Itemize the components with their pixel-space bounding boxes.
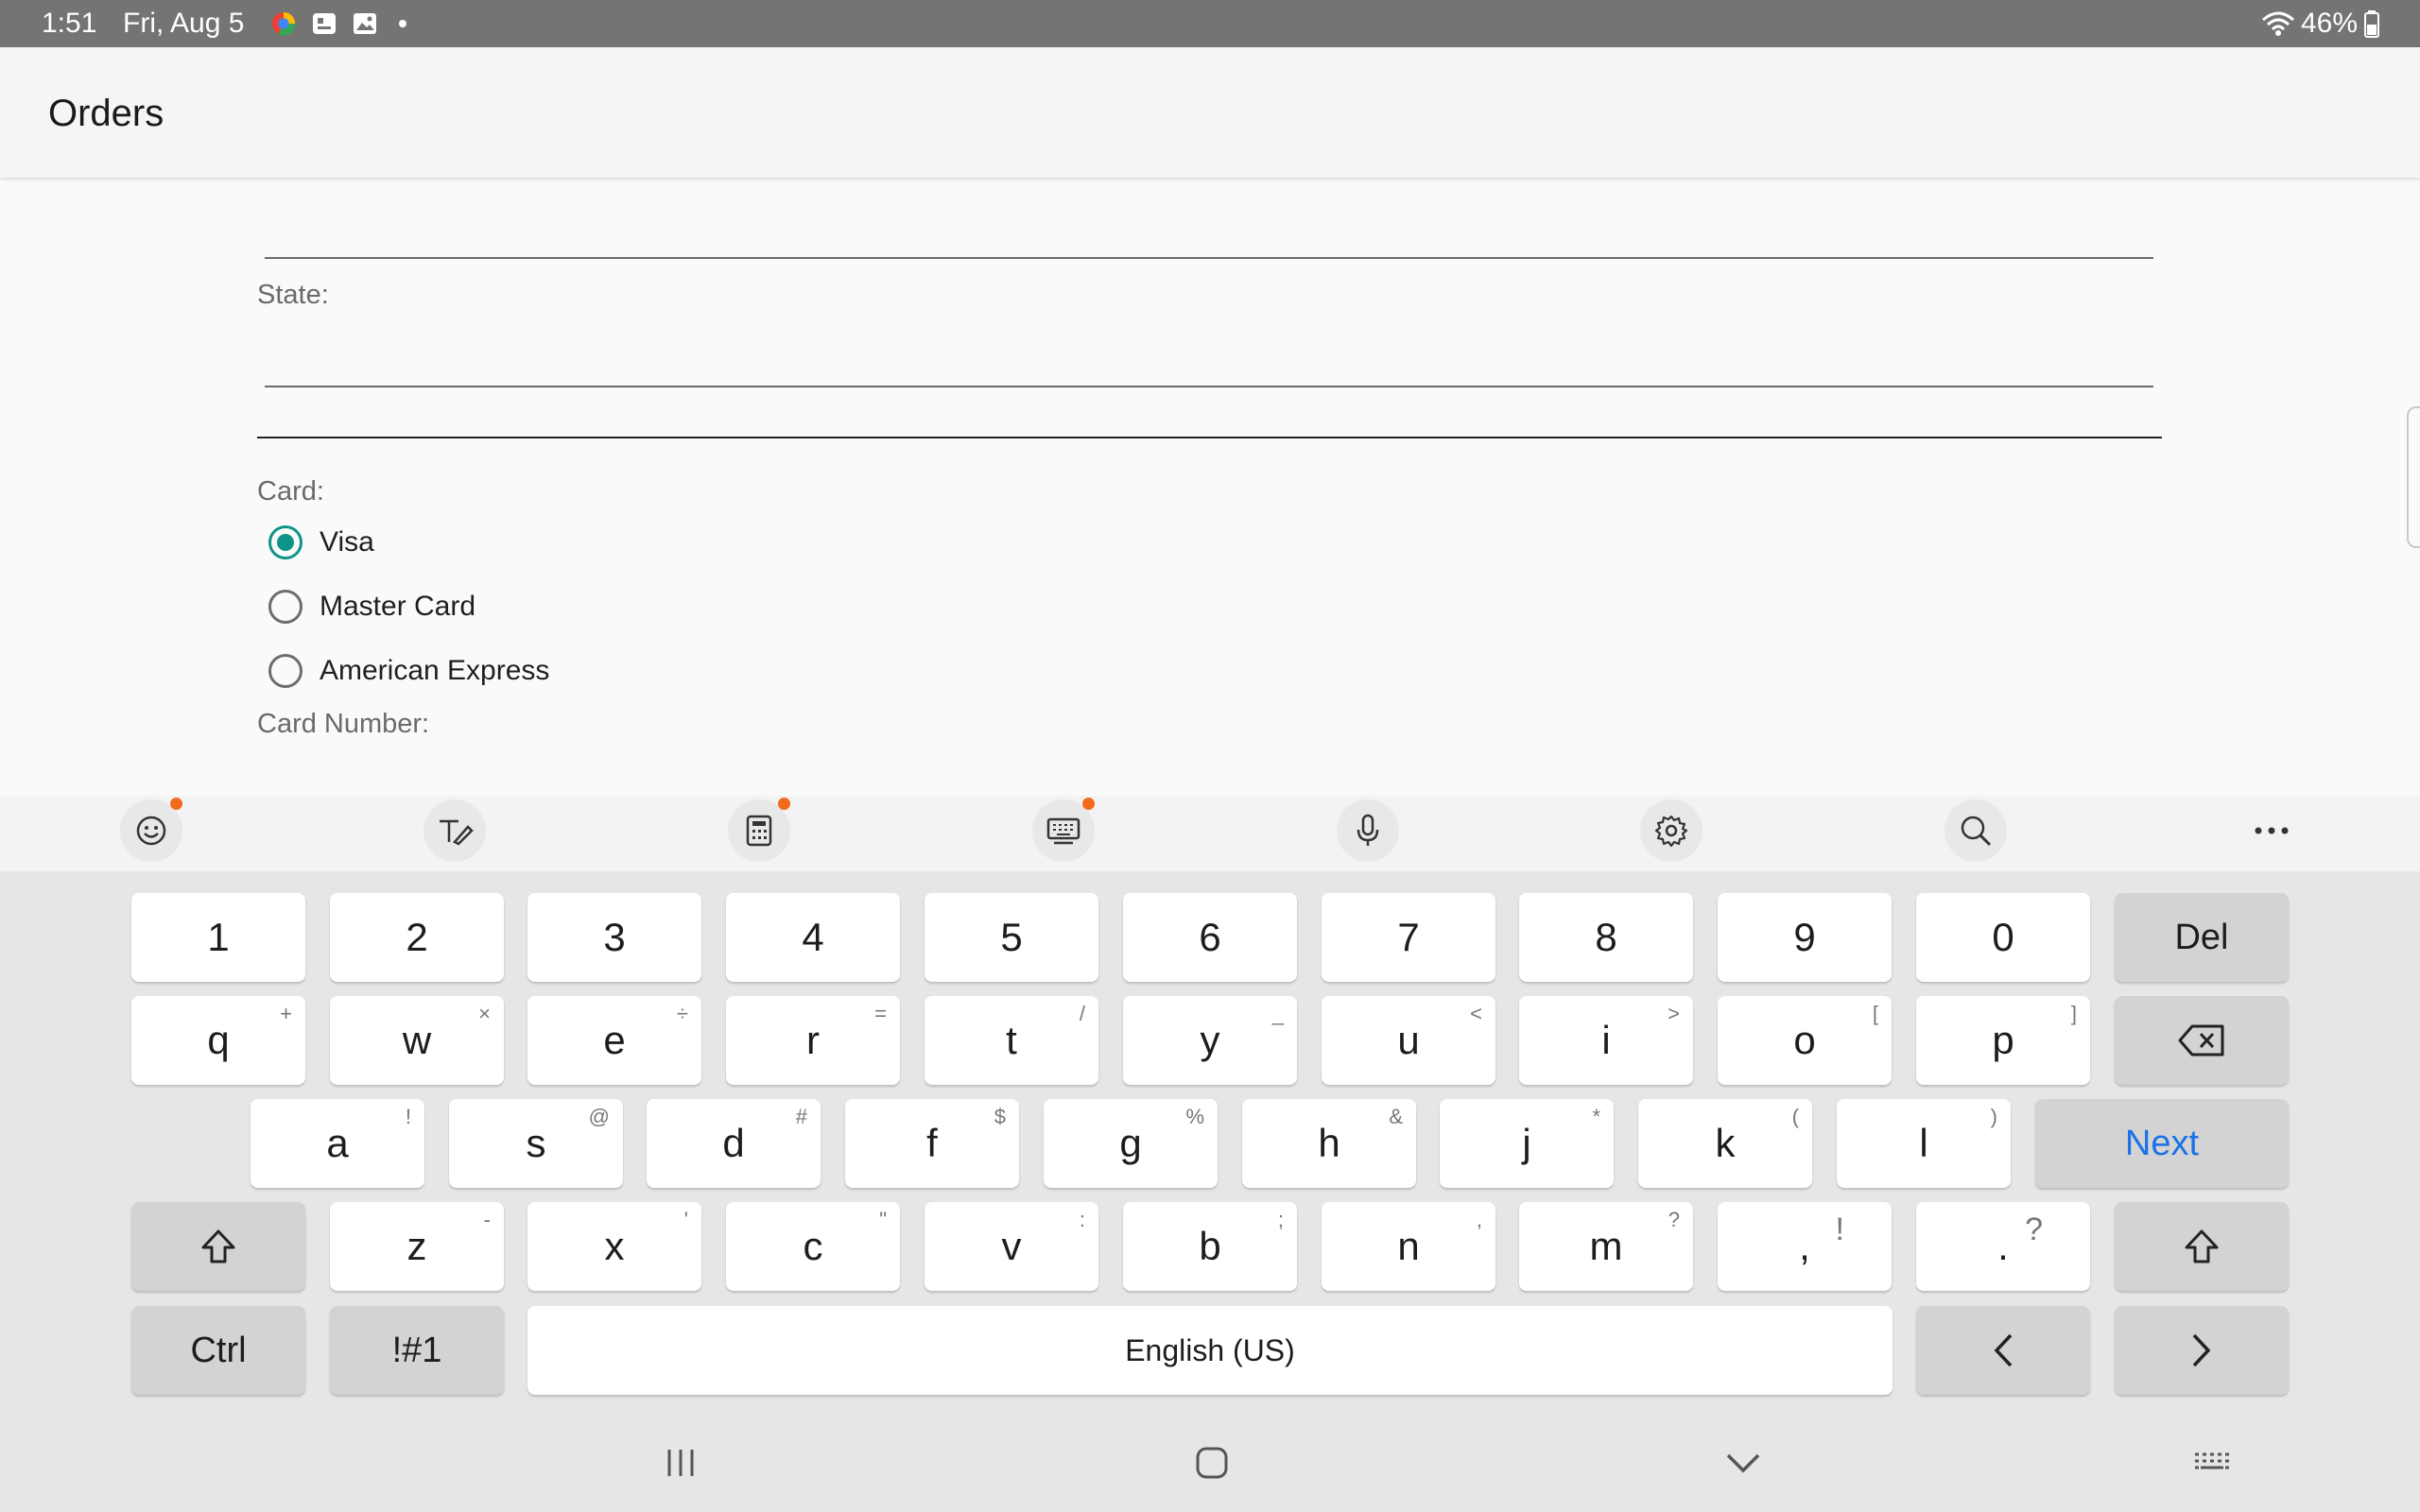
- gallery-icon: [354, 13, 376, 34]
- keyboard-hide-icon[interactable]: [2184, 1435, 2240, 1491]
- city-input[interactable]: [265, 257, 2153, 259]
- cursor-right-key[interactable]: [2115, 1306, 2289, 1395]
- card-label: Card:: [257, 476, 324, 507]
- key-e[interactable]: e ÷: [527, 996, 701, 1085]
- key-o[interactable]: o[: [1718, 996, 1892, 1085]
- key-9[interactable]: 9: [1718, 893, 1892, 982]
- radio-master-card[interactable]: Master Card: [268, 586, 475, 627]
- radio-master-card-label: Master Card: [320, 591, 476, 622]
- space-key[interactable]: English (US): [527, 1306, 1893, 1395]
- browser-icon: [271, 11, 296, 36]
- state-input[interactable]: [265, 386, 2153, 387]
- shift-icon: [2185, 1229, 2219, 1263]
- key-v[interactable]: v:: [925, 1202, 1098, 1291]
- key-u[interactable]: u <: [1322, 996, 1495, 1085]
- chevron-right-icon: [2192, 1333, 2211, 1367]
- settings-icon[interactable]: [1640, 799, 1703, 862]
- key-m[interactable]: m?: [1519, 1202, 1693, 1291]
- key-t[interactable]: t /: [925, 996, 1098, 1085]
- keyboard-mode-icon[interactable]: [1032, 798, 1095, 862]
- key-n[interactable]: n,: [1322, 1202, 1495, 1291]
- del-key[interactable]: Del: [2115, 893, 2289, 982]
- shift-icon: [201, 1229, 235, 1263]
- ctrl-key[interactable]: Ctrl: [131, 1306, 305, 1395]
- key-5[interactable]: 5: [925, 893, 1098, 982]
- radio-american-express[interactable]: American Express: [268, 650, 549, 692]
- status-date: Fri, Aug 5: [123, 8, 245, 39]
- handwriting-icon[interactable]: [424, 799, 486, 862]
- wifi-icon: [2262, 11, 2294, 36]
- key-h[interactable]: h &: [1242, 1099, 1416, 1188]
- key-a[interactable]: a!: [251, 1099, 424, 1188]
- radio-master-card-circle[interactable]: [268, 590, 302, 624]
- battery-icon: [2364, 10, 2379, 38]
- battery-percent: 46%: [2301, 8, 2359, 39]
- more-dot-icon: [399, 20, 406, 27]
- radio-visa-circle[interactable]: [268, 525, 302, 559]
- key-3[interactable]: 3: [527, 893, 701, 982]
- section-divider: [257, 437, 2162, 438]
- key-r[interactable]: r =: [726, 996, 900, 1085]
- key-i[interactable]: i >: [1519, 996, 1693, 1085]
- key-comma[interactable]: ,!: [1718, 1202, 1892, 1291]
- key-w[interactable]: w ×: [330, 996, 504, 1085]
- key-l[interactable]: l): [1837, 1099, 2011, 1188]
- microphone-icon[interactable]: [1337, 799, 1399, 862]
- key-6[interactable]: 6: [1123, 893, 1297, 982]
- radio-visa-label: Visa: [320, 526, 374, 558]
- card-number-label: Card Number:: [257, 709, 430, 739]
- edge-panel-handle[interactable]: [2407, 406, 2420, 548]
- order-form: State: Card: Visa Master Card American E…: [0, 178, 2420, 796]
- backspace-key[interactable]: [2115, 996, 2289, 1085]
- shift-left-key[interactable]: [131, 1202, 305, 1291]
- key-0[interactable]: 0: [1916, 893, 2090, 982]
- key-z[interactable]: z-: [330, 1202, 504, 1291]
- radio-american-express-label: American Express: [320, 655, 550, 686]
- emoji-icon[interactable]: [120, 798, 182, 862]
- key-c[interactable]: c ": [726, 1202, 900, 1291]
- page-title: Orders: [48, 93, 164, 134]
- recent-apps-icon[interactable]: [652, 1435, 709, 1491]
- key-7[interactable]: 7: [1322, 893, 1495, 982]
- home-icon[interactable]: [1184, 1435, 1240, 1491]
- chevron-left-icon: [1994, 1333, 2013, 1367]
- key-1[interactable]: 1: [131, 893, 305, 982]
- more-icon[interactable]: [2240, 799, 2303, 862]
- key-g[interactable]: g%: [1044, 1099, 1218, 1188]
- status-time: 1:51: [42, 8, 97, 39]
- keyboard-toolbar: [0, 796, 2420, 871]
- key-s[interactable]: s @: [449, 1099, 623, 1188]
- key-d[interactable]: d #: [647, 1099, 821, 1188]
- cursor-left-key[interactable]: [1916, 1306, 2090, 1395]
- key-p[interactable]: p]: [1916, 996, 2090, 1085]
- back-icon[interactable]: [1715, 1435, 1772, 1491]
- state-label: State:: [257, 280, 329, 310]
- backspace-icon: [2178, 1024, 2224, 1057]
- keypad-icon[interactable]: [728, 798, 790, 862]
- key-f[interactable]: f $: [845, 1099, 1019, 1188]
- key-y[interactable]: y _: [1123, 996, 1297, 1085]
- key-j[interactable]: j *: [1440, 1099, 1614, 1188]
- key-k[interactable]: k(: [1638, 1099, 1812, 1188]
- key-2[interactable]: 2: [330, 893, 504, 982]
- notification-icon: [313, 13, 336, 34]
- key-x[interactable]: x ': [527, 1202, 701, 1291]
- navigation-bar: [0, 1416, 2420, 1512]
- radio-visa[interactable]: Visa: [268, 522, 374, 563]
- key-4[interactable]: 4: [726, 893, 900, 982]
- symbols-key[interactable]: !#1: [330, 1306, 504, 1395]
- key-b[interactable]: b;: [1123, 1202, 1297, 1291]
- next-key[interactable]: Next: [2035, 1099, 2289, 1188]
- key-period[interactable]: .?: [1916, 1202, 2090, 1291]
- search-icon[interactable]: [1945, 799, 2007, 862]
- status-bar: 1:51 Fri, Aug 5 46%: [0, 0, 2420, 47]
- keyboard: 1 2 3 4 5 6 7 8 9 0 Del q + w × e ÷ r = t / y…: [0, 871, 2420, 1416]
- key-8[interactable]: 8: [1519, 893, 1693, 982]
- radio-american-express-circle[interactable]: [268, 654, 302, 688]
- app-bar: Orders: [0, 47, 2420, 178]
- shift-right-key[interactable]: [2115, 1202, 2289, 1291]
- key-q[interactable]: q +: [131, 996, 305, 1085]
